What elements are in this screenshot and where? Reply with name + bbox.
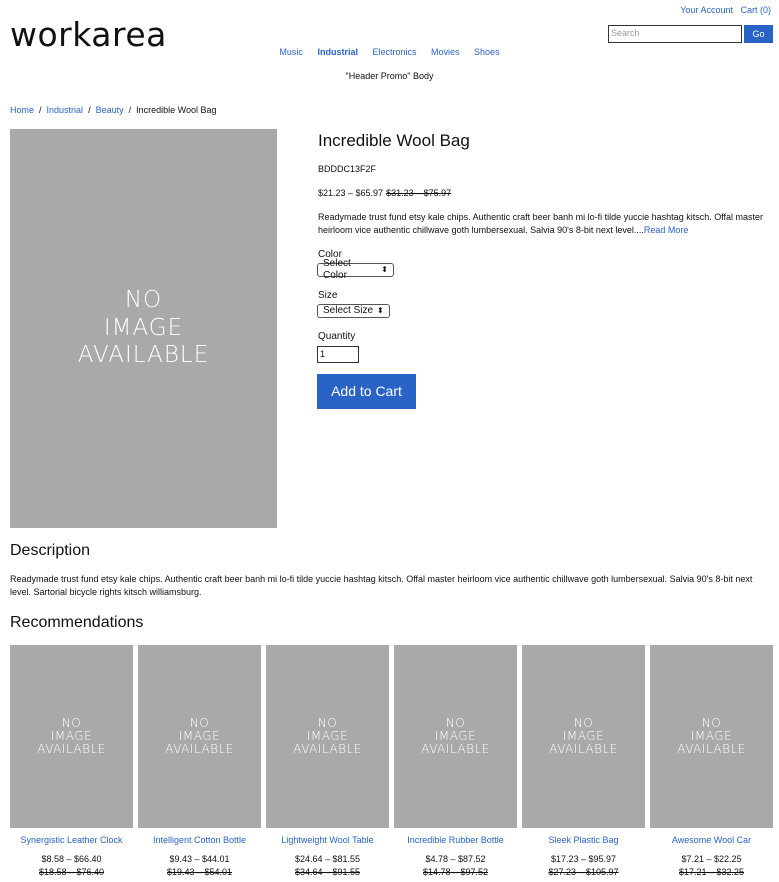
no-image-line: NO <box>701 715 722 730</box>
nav-item-electronics[interactable]: Electronics <box>372 47 416 57</box>
quantity-label: Quantity <box>318 331 356 342</box>
recommendation-price: $4.78 – $87.52 <box>425 854 486 864</box>
recommendation-image-placeholder[interactable]: NO IMAGE AVAILABLE <box>650 645 773 828</box>
recommendation-card[interactable]: NO IMAGE AVAILABLE Lightweight Wool Table … <box>266 645 389 877</box>
no-image-line: NO <box>124 287 163 314</box>
recommendation-price: $8.58 – $66.40 <box>41 854 102 864</box>
recommendation-image-placeholder[interactable]: NO IMAGE AVAILABLE <box>10 645 133 828</box>
select-arrows-icon: ⬍ <box>377 306 384 315</box>
quantity-input[interactable]: 1 <box>317 346 359 363</box>
description-heading: Description <box>10 542 91 559</box>
recommendation-image-placeholder[interactable]: NO IMAGE AVAILABLE <box>522 645 645 828</box>
no-image-line: NO <box>445 715 466 730</box>
no-image-line: AVAILABLE <box>165 742 234 757</box>
cart-link[interactable]: Cart (0) <box>740 5 771 15</box>
recommendation-card[interactable]: NO IMAGE AVAILABLE Incredible Rubber Bottl… <box>394 645 517 877</box>
nav-item-industrial[interactable]: Industrial <box>317 47 358 57</box>
short-description: Readymade trust fund etsy kale chips. Au… <box>318 211 768 237</box>
short-description-text: Readymade trust fund etsy kale chips. Au… <box>318 212 764 235</box>
recommendation-name[interactable]: Incredible Rubber Bottle <box>394 835 517 845</box>
no-image-line: AVAILABLE <box>293 742 362 757</box>
nav-item-shoes[interactable]: Shoes <box>474 47 500 57</box>
recommendation-name[interactable]: Synergistic Leather Clock <box>10 835 133 845</box>
no-image-line: AVAILABLE <box>421 742 490 757</box>
primary-nav: Music Industrial Electronics Movies Shoe… <box>0 47 779 57</box>
breadcrumb-separator: / <box>88 105 91 115</box>
recommendation-card[interactable]: NO IMAGE AVAILABLE Awesome Wool Car $7.21 … <box>650 645 773 877</box>
recommendation-name[interactable]: Sleek Plastic Bag <box>522 835 645 845</box>
breadcrumb: Home / Industrial / Beauty / Incredible Wool B… <box>10 105 217 115</box>
recommendation-name[interactable]: Awesome Wool Car <box>650 835 773 845</box>
size-select[interactable]: Select Size ⬍ <box>317 304 390 318</box>
no-image-line: NO <box>317 715 338 730</box>
original-price: $31.23 – $75.97 <box>386 188 452 198</box>
product-image-placeholder[interactable]: NO IMAGE AVAILABLE <box>10 129 277 528</box>
recommendation-original-price: $17.21 – $32.25 <box>678 867 745 877</box>
product-title: Incredible Wool Bag <box>318 131 470 150</box>
breadcrumb-separator: / <box>39 105 42 115</box>
sale-price: $21.23 – $65.97 <box>318 188 384 198</box>
no-image-line: AVAILABLE <box>549 742 618 757</box>
color-select-value: Select Color <box>323 258 351 281</box>
add-to-cart-button[interactable]: Add to Cart <box>317 374 416 409</box>
color-select[interactable]: Select Color ⬍ <box>317 258 394 281</box>
search-input[interactable]: Search <box>608 25 742 43</box>
recommendation-price: $17.23 – $95.97 <box>550 854 617 864</box>
breadcrumb-home[interactable]: Home <box>10 105 34 115</box>
read-more-link[interactable]: Read More <box>644 225 689 235</box>
recommendation-card[interactable]: NO IMAGE AVAILABLE Synergistic Leather Clo… <box>10 645 133 877</box>
breadcrumb-current: Incredible Wool Bag <box>136 105 217 115</box>
recommendation-original-price: $27.23 – $105.97 <box>548 867 619 877</box>
your-account-link[interactable]: Your Account <box>680 5 733 15</box>
no-image-line: NO <box>573 715 594 730</box>
product-price: $21.23 – $65.97 $31.23 – $75.97 <box>318 188 451 198</box>
product-sku: BDDDC13F2F <box>318 164 377 174</box>
breadcrumb-beauty[interactable]: Beauty <box>96 105 124 115</box>
nav-item-movies[interactable]: Movies <box>431 47 460 57</box>
recommendation-price: $7.21 – $22.25 <box>681 854 742 864</box>
recommendation-original-price: $14.78 – $97.52 <box>422 867 489 877</box>
recommendation-card[interactable]: NO IMAGE AVAILABLE Sleek Plastic Bag $17.2… <box>522 645 645 877</box>
no-image-line: NO <box>189 715 210 730</box>
recommendation-original-price: $19.43 – $54.01 <box>166 867 233 877</box>
recommendation-image-placeholder[interactable]: NO IMAGE AVAILABLE <box>138 645 261 828</box>
size-select-value: Select Size <box>323 305 374 316</box>
recommendation-original-price: $18.58 – $76.40 <box>38 867 105 877</box>
no-image-line: AVAILABLE <box>77 342 210 369</box>
breadcrumb-industrial[interactable]: Industrial <box>47 105 84 115</box>
no-image-line: NO <box>61 715 82 730</box>
utility-nav: Your Account Cart (0) <box>675 5 771 15</box>
recommendations-heading: Recommendations <box>10 614 144 631</box>
no-image-line: AVAILABLE <box>37 742 106 757</box>
recommendation-name[interactable]: Lightweight Wool Table <box>266 835 389 845</box>
recommendation-image-placeholder[interactable]: NO IMAGE AVAILABLE <box>394 645 517 828</box>
recommendation-image-placeholder[interactable]: NO IMAGE AVAILABLE <box>266 645 389 828</box>
breadcrumb-separator: / <box>128 105 132 115</box>
search-go-button[interactable]: Go <box>744 25 773 43</box>
recommendation-price: $9.43 – $44.01 <box>169 854 230 864</box>
no-image-line: AVAILABLE <box>677 742 746 757</box>
recommendation-name[interactable]: Intelligent Cotton Bottle <box>138 835 261 845</box>
recommendation-price: $24.64 – $81.55 <box>294 854 361 864</box>
description-text: Readymade trust fund etsy kale chips. Au… <box>10 574 753 597</box>
nav-item-music[interactable]: Music <box>279 47 303 57</box>
size-label: Size <box>318 290 338 301</box>
header-promo: "Header Promo" Body <box>345 71 434 81</box>
no-image-line: IMAGE <box>103 314 184 341</box>
recommendation-card[interactable]: NO IMAGE AVAILABLE Intelligent Cotton Bott… <box>138 645 261 877</box>
select-arrows-icon: ⬍ <box>381 265 388 274</box>
recommendation-original-price: $34.64 – $91.55 <box>294 867 361 877</box>
